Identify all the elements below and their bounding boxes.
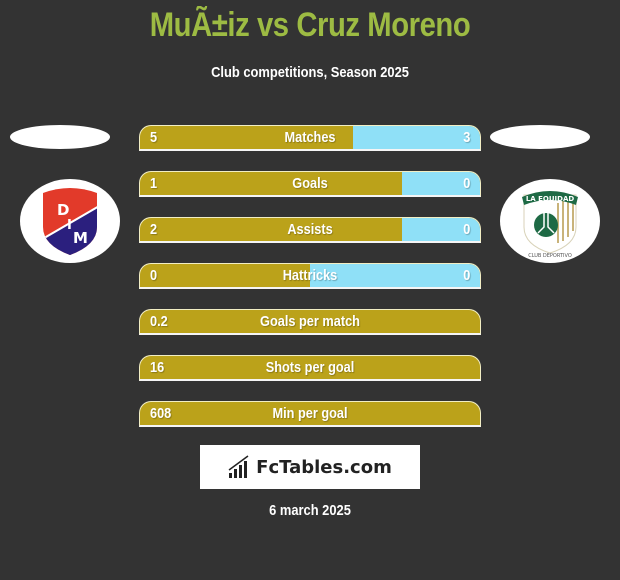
page-title: MuÃ±iz vs Cruz Moreno — [149, 6, 471, 44]
stat-label: Matches — [284, 129, 336, 146]
svg-text:I: I — [67, 218, 72, 233]
stat-row-min-per-goal: 608 Min per goal — [139, 401, 481, 427]
stat-row-matches: 5 Matches 3 — [139, 125, 481, 151]
left-player-name-placeholder — [10, 125, 110, 149]
stat-label: Shots per goal — [265, 359, 355, 376]
right-value: 3 — [462, 129, 470, 146]
stat-row-goals: 1 Goals 0 — [139, 171, 481, 197]
left-value: 0 — [150, 267, 158, 284]
stat-label: Min per goal — [272, 405, 348, 422]
left-value: 16 — [150, 359, 165, 376]
brand-name: FcTables.com — [256, 456, 392, 478]
left-value: 2 — [150, 221, 158, 238]
stat-row-assists: 2 Assists 0 — [139, 217, 481, 243]
left-club-logo[interactable]: D I M — [20, 179, 120, 263]
right-value: 0 — [462, 221, 470, 238]
stat-label: Goals per match — [260, 313, 360, 330]
page-subtitle: Club competitions, Season 2025 — [211, 64, 409, 81]
stat-row-goals-per-match: 0.2 Goals per match — [139, 309, 481, 335]
right-value: 0 — [462, 267, 470, 284]
right-value: 0 — [462, 175, 470, 192]
stat-label: Assists — [287, 221, 333, 238]
dim-crest-icon: D I M — [43, 188, 97, 255]
stat-label: Goals — [292, 175, 328, 192]
right-club-logo[interactable]: LA EQUIDAD CLUB DEPORTIVO — [500, 179, 600, 263]
stat-row-shots-per-goal: 16 Shots per goal — [139, 355, 481, 381]
left-value: 5 — [150, 129, 158, 146]
bar-chart-icon — [228, 455, 249, 478]
fctables-brand-banner[interactable]: FcTables.com — [200, 445, 420, 489]
svg-text:CLUB DEPORTIVO: CLUB DEPORTIVO — [528, 253, 572, 259]
stat-label: Hattricks — [282, 267, 338, 284]
left-value: 1 — [150, 175, 158, 192]
stat-row-hattricks: 0 Hattricks 0 — [139, 263, 481, 289]
svg-text:D: D — [57, 201, 69, 219]
la-equidad-crest-icon: LA EQUIDAD CLUB DEPORTIVO — [522, 191, 578, 259]
right-player-name-placeholder — [490, 125, 590, 149]
svg-text:M: M — [73, 229, 88, 247]
svg-text:LA EQUIDAD: LA EQUIDAD — [526, 195, 575, 203]
match-date: 6 march 2025 — [269, 502, 351, 519]
